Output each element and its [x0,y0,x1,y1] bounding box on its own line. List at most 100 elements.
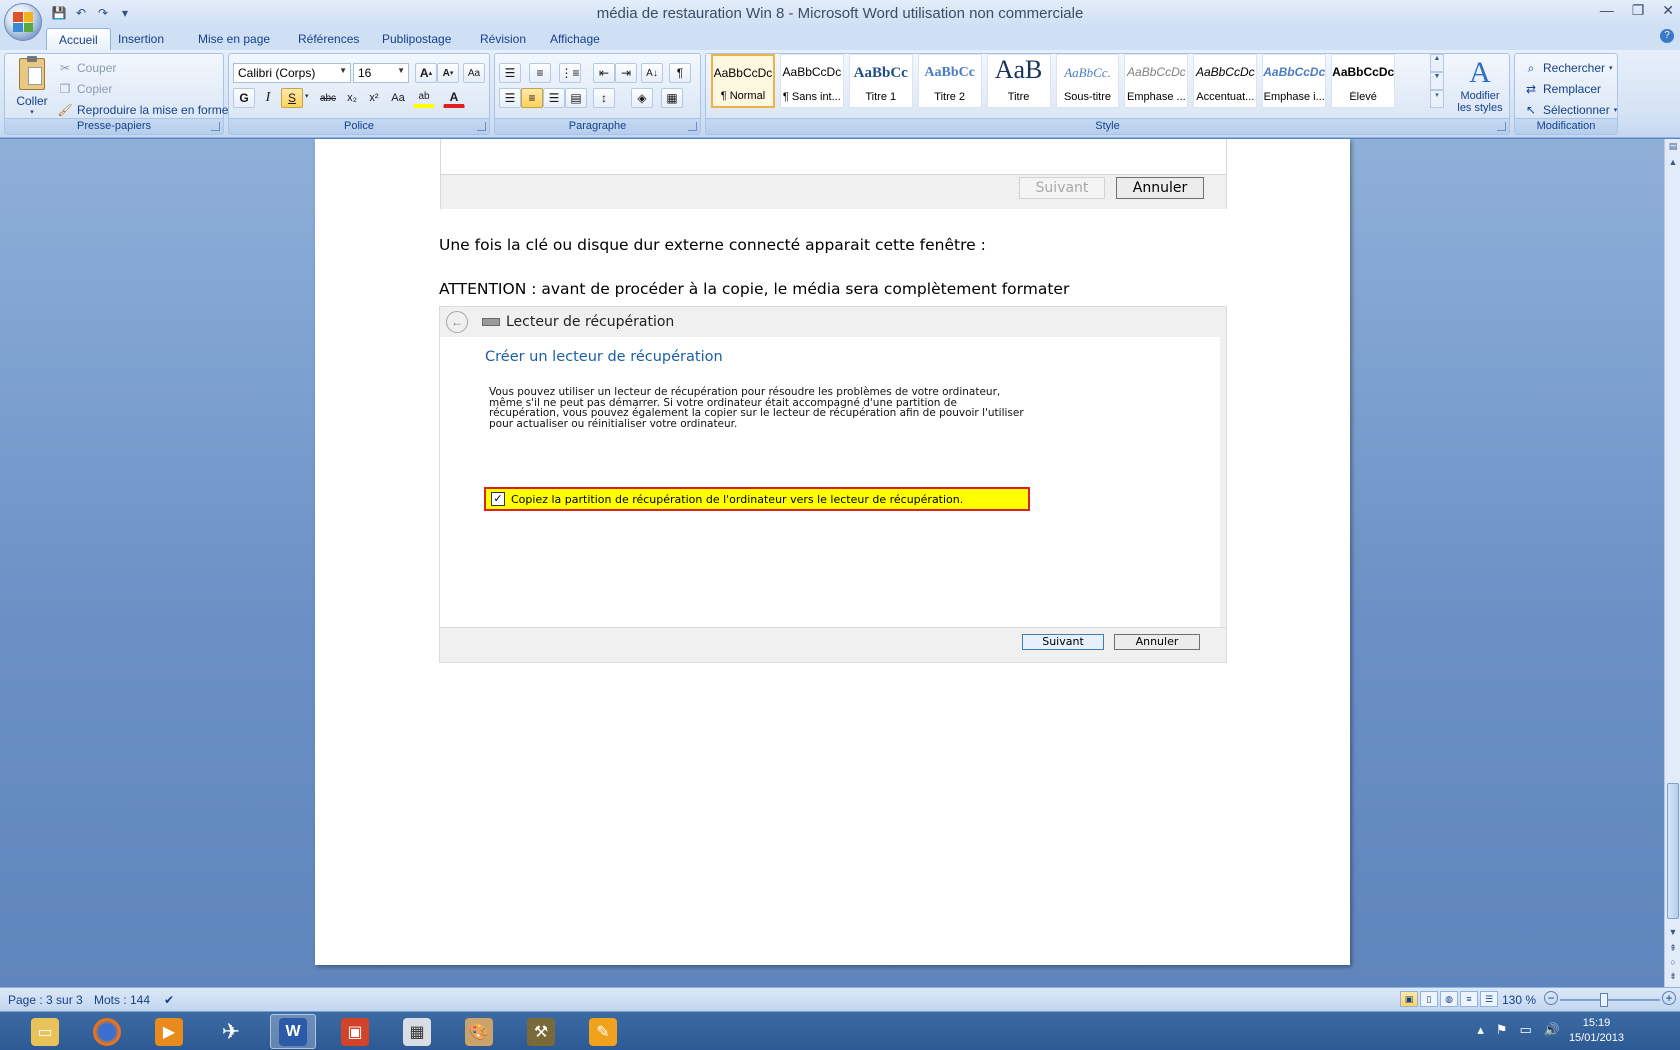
paragraph-launcher-icon[interactable] [688,122,697,131]
line-spacing-icon[interactable]: ↕ [593,88,615,108]
vertical-scrollbar[interactable]: ▤ ▲ ▼ ⇞ ○ ⇟ [1664,139,1680,987]
taskbar-tool-app[interactable]: ⚒ [518,1014,564,1049]
view-draft-icon[interactable]: ☰ [1480,991,1498,1007]
page-count[interactable]: Page : 3 sur 3 [8,993,83,1007]
zoom-in-button[interactable]: + [1662,991,1676,1005]
style-no-spacing[interactable]: AaBbCcDc ¶ Sans int... [779,54,844,108]
font-size-combo[interactable]: 16 ▼ [353,63,409,83]
format-painter-button[interactable]: 🖌 Reproduire la mise en forme [57,102,228,118]
style-emphasis[interactable]: AaBbCcDc Accentuat... [1193,54,1258,108]
view-outline-icon[interactable]: ≡ [1460,991,1478,1007]
taskbar-plane-app[interactable]: ✈ [208,1014,254,1049]
view-reading-icon[interactable]: ▯ [1420,991,1438,1007]
network-icon[interactable]: ▭ [1520,1022,1532,1038]
bold-button[interactable]: G [233,88,255,108]
align-left-icon[interactable]: ☰ [499,88,521,108]
tab-revision[interactable]: Révision [468,30,538,48]
style-intense-emphasis[interactable]: AaBbCcDc Emphase i... [1262,54,1327,108]
increase-indent-icon[interactable]: ⇥ [615,63,637,83]
volume-icon[interactable]: 🔊 [1544,1022,1560,1038]
tab-references[interactable]: Références [286,30,371,48]
taskbar-calculator[interactable]: ▦ [394,1014,440,1049]
decrease-indent-icon[interactable]: ⇤ [593,63,615,83]
style-normal[interactable]: AaBbCcDc ¶ Normal [711,54,775,108]
view-web-icon[interactable]: ◍ [1440,991,1458,1007]
style-heading1[interactable]: AaBbCc Titre 1 [848,54,913,108]
find-button[interactable]: ⌕ Rechercher ▾ [1523,60,1613,76]
taskbar-presentation[interactable]: ▣ [332,1014,378,1049]
zoom-slider[interactable] [1560,993,1660,1007]
gallery-up-icon[interactable]: ▲ [1430,54,1444,72]
ruler-toggle-icon[interactable]: ▤ [1666,141,1680,155]
superscript-button[interactable]: x² [363,88,385,108]
taskbar-sketch-app[interactable]: ✎ [580,1014,626,1049]
spelling-check-icon[interactable]: ✔ [164,993,174,1007]
underline-dropdown-icon[interactable]: ▾ [305,92,309,100]
zoom-out-button[interactable]: − [1544,991,1558,1005]
next-page-icon[interactable]: ⇟ [1666,971,1680,985]
shrink-font-button[interactable]: A ▾ [437,63,459,83]
scrollbar-thumb[interactable] [1667,783,1679,919]
document-page[interactable]: Suivant Annuler Une fois la clé ou disqu… [315,139,1350,965]
style-heading2[interactable]: AaBbCc Titre 2 [917,54,982,108]
word-count[interactable]: Mots : 144 [94,993,150,1007]
maximize-button[interactable]: ❐ [1632,2,1645,19]
taskbar-paint[interactable]: 🎨 [456,1014,502,1049]
view-print-layout-icon[interactable]: ▣ [1400,991,1418,1007]
font-name-combo[interactable]: Calibri (Corps) ▼ [233,63,351,83]
taskbar-file-explorer[interactable]: ▭ [22,1014,68,1049]
subscript-button[interactable]: x₂ [341,88,363,108]
numbering-icon[interactable]: ≡ [529,63,551,83]
tab-insertion[interactable]: Insertion [106,30,176,48]
tab-affichage[interactable]: Affichage [538,30,612,48]
close-button[interactable]: ✕ [1662,2,1674,19]
cut-button[interactable]: ✂ Couper [57,60,116,76]
change-case-button[interactable]: Aa [387,88,409,108]
taskbar-firefox[interactable] [84,1014,130,1049]
browse-object-icon[interactable]: ○ [1666,957,1680,971]
sort-button[interactable]: A↓ [641,63,663,83]
modify-styles-button[interactable]: A Modifier les styles [1451,56,1509,114]
multilevel-list-icon[interactable]: ⋮≡ [559,63,581,83]
paste-button[interactable]: Coller ▾ [11,56,53,118]
flag-icon[interactable]: ⚑ [1496,1022,1508,1038]
minimize-button[interactable]: — [1600,2,1614,19]
strikethrough-button[interactable]: abc [317,88,339,108]
copy-button[interactable]: ❐ Copier [57,81,113,97]
italic-button[interactable]: I [257,88,279,108]
help-icon[interactable]: ? [1660,29,1674,43]
clock[interactable]: 15:19 15/01/2013 [1569,1016,1624,1046]
style-title[interactable]: AaB Titre [986,54,1051,108]
clipboard-launcher-icon[interactable] [211,122,220,131]
zoom-level[interactable]: 130 % [1502,993,1536,1007]
style-subtitle[interactable]: AaBbCc. Sous-titre [1055,54,1120,108]
style-subtle-emphasis[interactable]: AaBbCcDc Emphase ... [1124,54,1189,108]
gallery-more-icon[interactable]: ▾ [1430,90,1444,108]
highlight-button[interactable]: ab [413,88,435,108]
office-button[interactable] [4,3,42,41]
justify-icon[interactable]: ▤ [565,88,587,108]
scroll-down-icon[interactable]: ▼ [1666,927,1680,941]
select-button[interactable]: ↖ Sélectionner ▾ [1523,102,1617,118]
gallery-down-icon[interactable]: ▼ [1430,72,1444,90]
borders-icon[interactable]: ▦ [661,88,683,108]
tab-accueil[interactable]: Accueil [46,28,111,50]
scroll-up-icon[interactable]: ▲ [1666,157,1680,171]
clear-format-button[interactable]: Aa [463,63,485,83]
replace-button[interactable]: ⇄ Remplacer [1523,81,1601,97]
font-color-button[interactable]: A [443,88,465,108]
style-strong[interactable]: AaBbCcDc Élevé [1331,54,1396,108]
font-launcher-icon[interactable] [477,122,486,131]
bullets-icon[interactable]: ☰ [499,63,521,83]
align-right-icon[interactable]: ☰ [543,88,565,108]
tab-publipostage[interactable]: Publipostage [370,30,463,48]
zoom-slider-knob[interactable] [1600,993,1608,1007]
align-center-icon[interactable]: ≡ [521,88,543,108]
taskbar-media-player[interactable]: ▶ [146,1014,192,1049]
styles-launcher-icon[interactable] [1497,122,1506,131]
tray-expand-icon[interactable]: ▴ [1477,1022,1484,1038]
underline-button[interactable]: S [281,88,303,108]
taskbar-word[interactable]: W [270,1014,316,1049]
previous-page-icon[interactable]: ⇞ [1666,943,1680,957]
tab-mise-en-page[interactable]: Mise en page [186,30,282,48]
